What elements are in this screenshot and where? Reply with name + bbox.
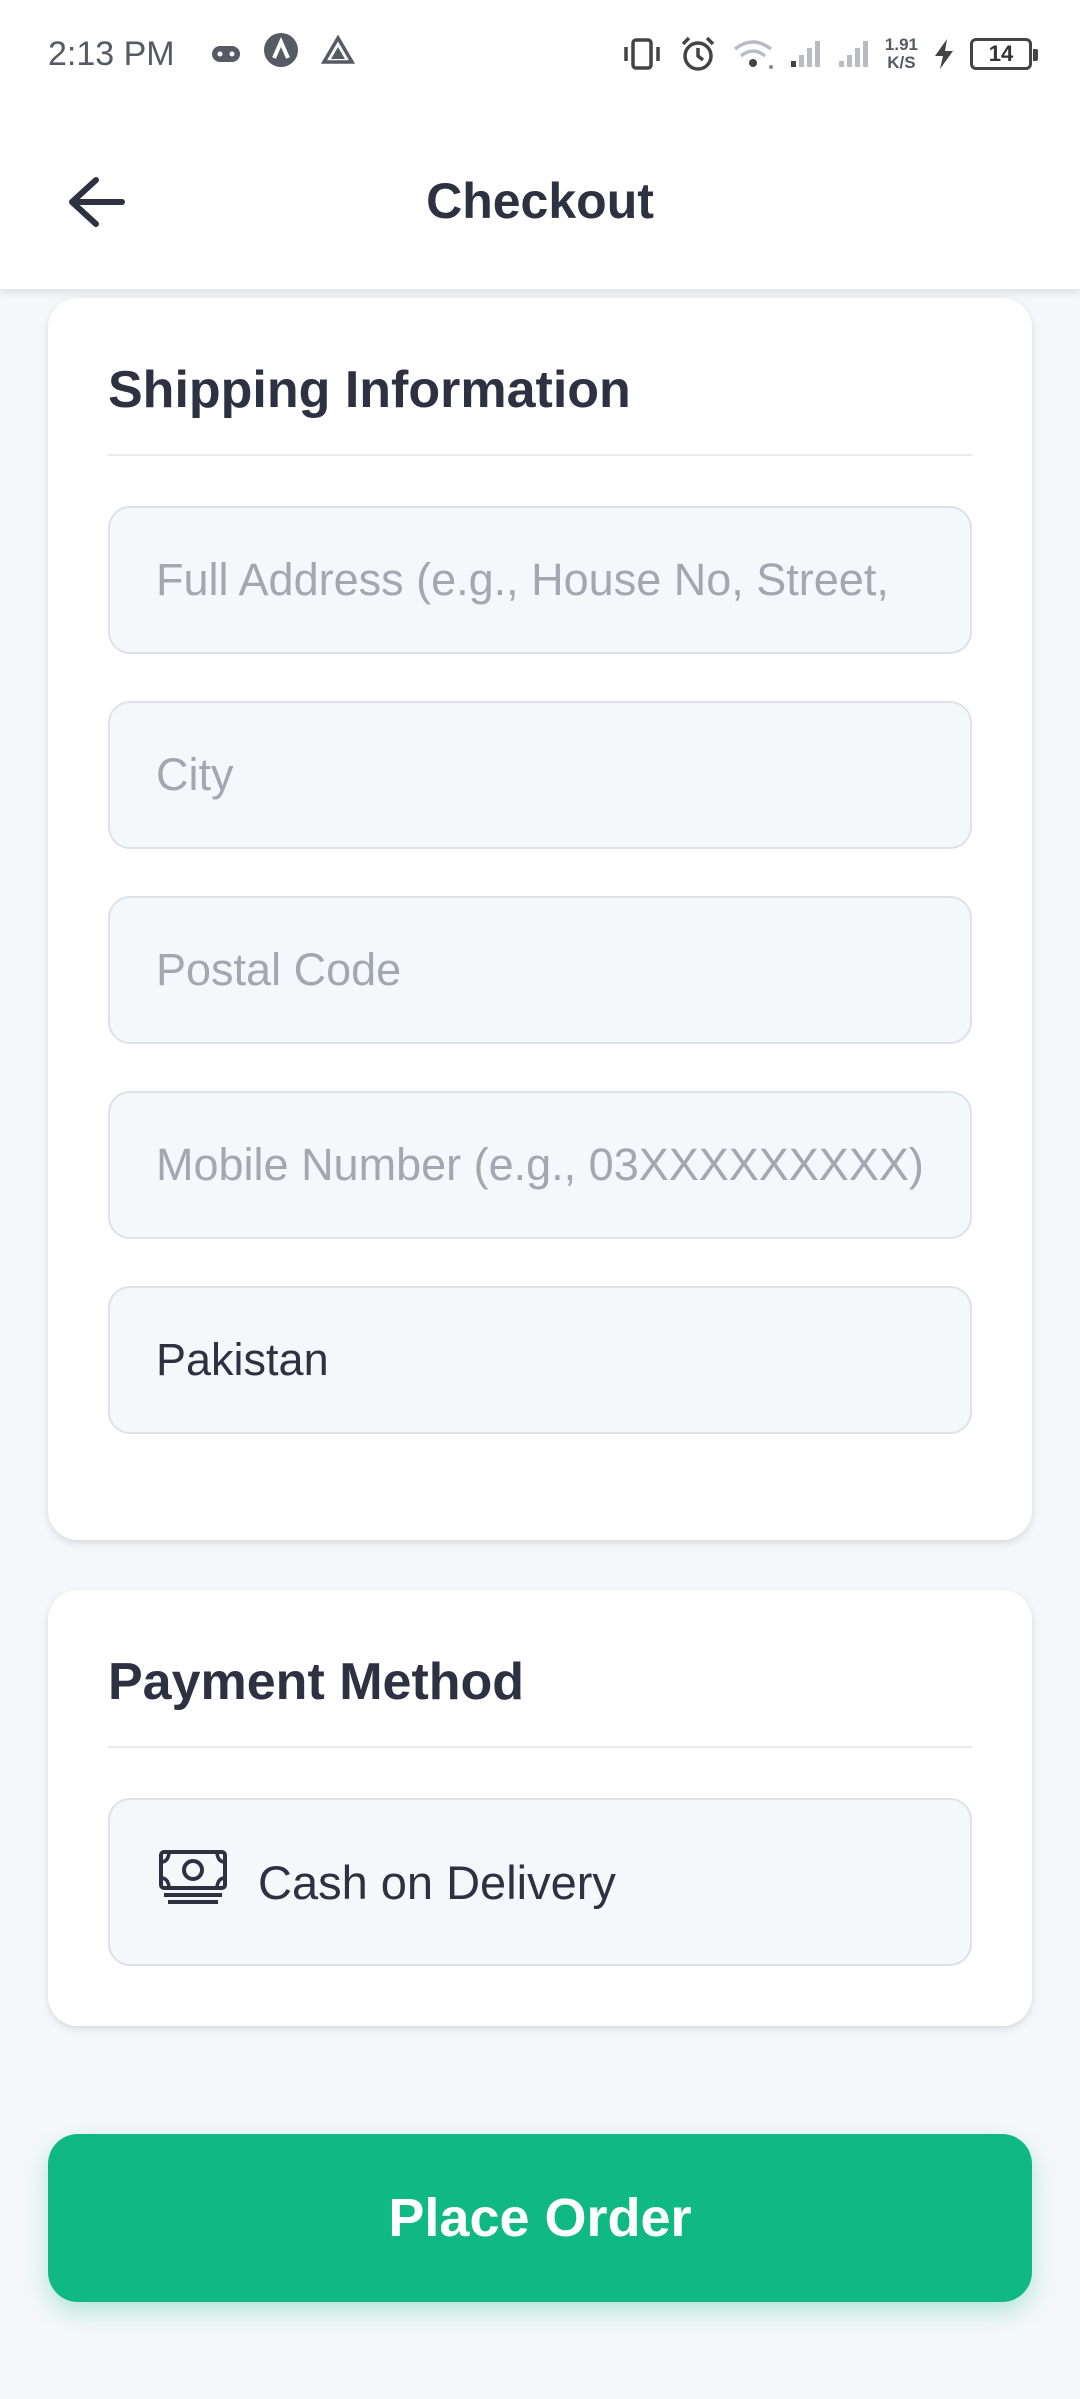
divider (108, 1746, 972, 1748)
status-left: 2:13 PM (48, 32, 355, 77)
page-title: Checkout (426, 173, 654, 229)
postal-code-field[interactable] (108, 896, 972, 1044)
signal-icon-2 (837, 39, 871, 69)
postal-code-input[interactable] (156, 944, 924, 996)
status-right: 1.91 K/S 14 (619, 35, 1038, 73)
country-input[interactable] (156, 1334, 924, 1386)
payment-method-card: Payment Method Cash on Delivery (48, 1590, 1032, 2026)
payment-option-label: Cash on Delivery (258, 1855, 616, 1909)
app-notification-icon (263, 32, 299, 77)
divider (108, 454, 972, 456)
shipping-section-title: Shipping Information (108, 361, 631, 419)
network-speed-unit: K/S (887, 53, 916, 72)
cash-icon (158, 1849, 228, 1916)
status-bar: 2:13 PM 1.91 K/S 14 (0, 0, 1080, 108)
country-field[interactable] (108, 1286, 972, 1434)
wifi-icon (731, 37, 775, 71)
city-input[interactable] (156, 749, 924, 801)
drive-icon (320, 34, 355, 74)
mobile-number-input[interactable] (156, 1139, 924, 1191)
vibrate-icon (619, 37, 665, 71)
cash-on-delivery-option[interactable]: Cash on Delivery (108, 1798, 972, 1966)
full-address-field[interactable] (108, 506, 972, 654)
signal-icon-1 (789, 39, 823, 69)
city-field[interactable] (108, 701, 972, 849)
alarm-icon (679, 35, 717, 73)
network-speed-value: 1.91 (884, 35, 918, 54)
battery-level: 14 (988, 41, 1014, 66)
app-header: Checkout (0, 108, 1080, 290)
full-address-input[interactable] (156, 554, 924, 606)
payment-section-title: Payment Method (108, 1653, 525, 1711)
network-speed: 1.91 K/S (885, 36, 918, 72)
mobile-number-field[interactable] (108, 1091, 972, 1239)
place-order-button[interactable]: Place Order (48, 2134, 1032, 2302)
charging-icon (932, 38, 956, 70)
status-time: 2:13 PM (48, 34, 175, 73)
shipping-information-card: Shipping Information (48, 298, 1032, 1540)
battery-indicator: 14 (970, 38, 1038, 70)
gamepad-icon (211, 35, 241, 74)
